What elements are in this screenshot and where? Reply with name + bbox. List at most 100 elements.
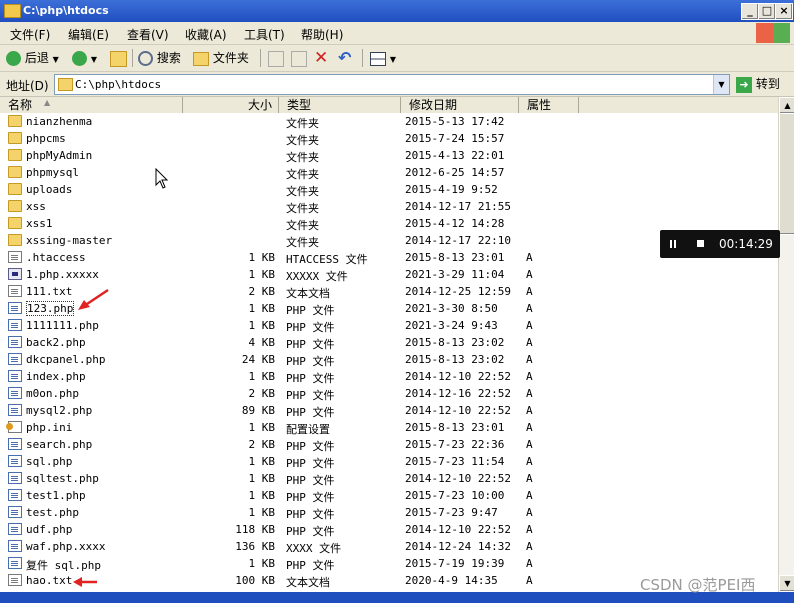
file-name: 123.php <box>26 301 75 316</box>
file-type: 文本文档 <box>286 576 330 589</box>
file-name: search.php <box>26 438 93 451</box>
file-name: hao.txt <box>26 574 73 587</box>
file-modified: 2021-3-30 8:50 <box>405 302 498 315</box>
file-row[interactable]: phpcms 文件夹 2015-7-24 15:57 <box>0 130 778 147</box>
file-name: 1.php.xxxxx <box>26 268 99 281</box>
file-row[interactable]: dkcpanel.php 24 KB PHP 文件 2015-8-13 23:02 A <box>0 351 778 368</box>
file-name: test1.php <box>26 489 86 502</box>
file-type: 文本文档 <box>286 287 330 300</box>
column-modified[interactable]: 修改日期 <box>401 97 519 113</box>
file-row[interactable]: back2.php 4 KB PHP 文件 2015-8-13 23:02 A <box>0 334 778 351</box>
file-type: PHP 文件 <box>286 508 335 521</box>
file-modified: 2014-12-10 22:52 <box>405 404 511 417</box>
file-row[interactable]: mysql2.php 89 KB PHP 文件 2014-12-10 22:52 A <box>0 402 778 419</box>
folders-button[interactable]: 文件夹 <box>193 49 249 67</box>
scroll-thumb[interactable] <box>779 113 794 235</box>
file-name: waf.php.xxxx <box>26 540 106 553</box>
scroll-down-button[interactable]: ▼ <box>779 575 794 592</box>
file-list[interactable]: nianzhenma 文件夹 2015-5-13 17:42 phpcms 文件夹 201… <box>0 113 778 592</box>
file-row[interactable]: index.php 1 KB PHP 文件 2014-12-10 22:52 A <box>0 368 778 385</box>
undo-icon: ↶ <box>338 48 352 67</box>
file-name: 复件 sql.php <box>26 559 101 572</box>
file-row[interactable]: phpMyAdmin 文件夹 2015-4-13 22:01 <box>0 147 778 164</box>
file-row[interactable]: xss 文件夹 2014-12-17 21:55 <box>0 198 778 215</box>
file-modified: 2015-7-23 22:36 <box>405 438 505 451</box>
file-row[interactable]: sql.php 1 KB PHP 文件 2015-7-23 11:54 A <box>0 453 778 470</box>
file-size: 1 KB <box>248 472 276 485</box>
file-row[interactable]: test.php 1 KB PHP 文件 2015-7-23 9:47 A <box>0 504 778 521</box>
up-folder-icon <box>110 50 127 67</box>
stop-icon[interactable] <box>697 240 704 247</box>
sort-ascending-icon: ▲ <box>44 98 51 107</box>
minimize-button[interactable]: _ <box>741 3 759 20</box>
toolbar-divider <box>132 49 133 67</box>
file-type: PHP 文件 <box>286 389 335 402</box>
address-dropdown-icon[interactable]: ▼ <box>713 75 729 94</box>
close-button[interactable]: × <box>775 3 793 20</box>
file-attributes: A <box>526 268 533 281</box>
toolbar-divider <box>260 49 261 67</box>
file-modified: 2014-12-10 22:52 <box>405 472 511 485</box>
file-modified: 2015-7-23 9:47 <box>405 506 498 519</box>
pause-icon[interactable] <box>670 240 676 248</box>
copy-to-button[interactable] <box>291 49 307 67</box>
file-row[interactable]: udf.php 118 KB PHP 文件 2014-12-10 22:52 A <box>0 521 778 538</box>
file-name: dkcpanel.php <box>26 353 106 366</box>
file-size: 2 KB <box>248 285 276 298</box>
back-button[interactable]: 后退 ▼ <box>6 49 59 67</box>
file-row[interactable]: waf.php.xxxx 136 KB XXXX 文件 2014-12-24 14:3… <box>0 538 778 555</box>
menu-file[interactable]: 文件(F) <box>10 26 50 43</box>
column-type[interactable]: 类型 <box>279 97 401 113</box>
menu-tools[interactable]: 工具(T) <box>244 26 285 43</box>
back-dropdown-icon: ▼ <box>52 55 59 64</box>
search-button[interactable]: 搜索 <box>138 49 181 67</box>
file-modified: 2021-3-24 9:43 <box>405 319 498 332</box>
file-type: PHP 文件 <box>286 338 335 351</box>
move-to-button[interactable] <box>268 49 284 67</box>
column-attributes[interactable]: 属性 <box>519 97 579 113</box>
up-folder-button[interactable] <box>110 49 127 67</box>
file-row[interactable]: phpmysql 文件夹 2012-6-25 14:57 <box>0 164 778 181</box>
file-size: 1 KB <box>248 370 276 383</box>
file-size: 1 KB <box>248 489 276 502</box>
file-row[interactable]: 111.txt 2 KB 文本文档 2014-12-25 12:59 A <box>0 283 778 300</box>
file-row[interactable]: sqltest.php 1 KB PHP 文件 2014-12-10 22:52 A <box>0 470 778 487</box>
mouse-cursor-icon <box>155 168 169 189</box>
forward-button[interactable]: ▼ <box>72 49 97 67</box>
vertical-scrollbar[interactable]: ▲ ▼ <box>778 97 794 592</box>
file-size: 4 KB <box>248 336 276 349</box>
menu-help[interactable]: 帮助(H) <box>301 26 343 43</box>
file-attributes: A <box>526 285 533 298</box>
file-row[interactable]: uploads 文件夹 2015-4-19 9:52 <box>0 181 778 198</box>
column-name[interactable]: 名称 <box>0 97 183 113</box>
scroll-up-button[interactable]: ▲ <box>779 97 794 114</box>
delete-button[interactable]: ✕ <box>314 49 328 67</box>
column-size[interactable]: 大小 <box>183 97 279 113</box>
file-size: 2 KB <box>248 387 276 400</box>
forward-dropdown-icon: ▼ <box>90 55 97 64</box>
go-button[interactable]: ➜ 转到 <box>736 74 780 94</box>
file-row[interactable]: php.ini 1 KB 配置设置 2015-8-13 23:01 A <box>0 419 778 436</box>
undo-button[interactable]: ↶ <box>338 49 351 67</box>
file-row[interactable]: 1.php.xxxxx 1 KB XXXXX 文件 2021-3-29 11:04 A <box>0 266 778 283</box>
php-file-icon <box>8 404 22 416</box>
menu-edit[interactable]: 编辑(E) <box>68 26 109 43</box>
file-row[interactable]: 1111111.php 1 KB PHP 文件 2021-3-24 9:43 A <box>0 317 778 334</box>
file-row[interactable]: 123.php 1 KB PHP 文件 2021-3-30 8:50 A <box>0 300 778 317</box>
file-row[interactable]: nianzhenma 文件夹 2015-5-13 17:42 <box>0 113 778 130</box>
file-row[interactable]: search.php 2 KB PHP 文件 2015-7-23 22:36 A <box>0 436 778 453</box>
file-size: 1 KB <box>248 251 276 264</box>
file-size: 1 KB <box>248 268 276 281</box>
file-attributes: A <box>526 387 533 400</box>
views-button[interactable]: ▼ <box>370 49 396 67</box>
file-modified: 2020-4-9 14:35 <box>405 574 498 587</box>
file-row[interactable]: test1.php 1 KB PHP 文件 2015-7-23 10:00 A <box>0 487 778 504</box>
menu-favorites[interactable]: 收藏(A) <box>185 26 227 43</box>
address-input[interactable]: C:\php\htdocs ▼ <box>54 74 730 95</box>
file-name: .htaccess <box>26 251 86 264</box>
file-modified: 2014-12-10 22:52 <box>405 523 511 536</box>
maximize-button[interactable]: □ <box>758 3 776 20</box>
file-row[interactable]: 复件 sql.php 1 KB PHP 文件 2015-7-19 19:39 A <box>0 555 778 572</box>
file-row[interactable]: m0on.php 2 KB PHP 文件 2014-12-16 22:52 A <box>0 385 778 402</box>
menu-view[interactable]: 查看(V) <box>127 26 169 43</box>
